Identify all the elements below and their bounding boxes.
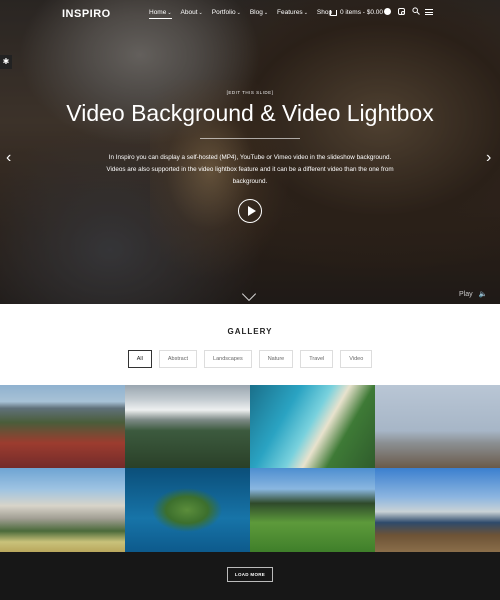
- chevron-down-icon: ⌄: [303, 10, 308, 16]
- mute-icon[interactable]: 🔈: [479, 290, 488, 298]
- menu-item-features[interactable]: Features⌄: [277, 9, 308, 19]
- gallery-grid: [0, 385, 500, 552]
- chevron-down-icon: ⌄: [198, 10, 203, 16]
- prev-slide-arrow[interactable]: ‹: [6, 150, 11, 166]
- edit-slide-link[interactable]: [EDIT THIS SLIDE]: [0, 90, 500, 95]
- gallery-item-boat-dock[interactable]: [375, 468, 500, 552]
- facebook-icon[interactable]: [384, 8, 391, 17]
- filter-abstract[interactable]: Abstract: [158, 350, 198, 368]
- site-logo[interactable]: INSPIRO: [62, 8, 111, 20]
- filter-video[interactable]: Video: [340, 350, 373, 368]
- chevron-down-icon: ⌄: [263, 10, 269, 16]
- chevron-down-icon: ⌄: [167, 10, 172, 16]
- menu-item-blog[interactable]: Blog⌄: [250, 9, 268, 19]
- gallery-item-grass-field[interactable]: [250, 468, 375, 552]
- gallery-heading: GALLERY: [227, 327, 273, 336]
- menu-item-home[interactable]: Home⌄: [149, 9, 172, 19]
- cart-summary: 0 items - $0.00: [340, 9, 383, 16]
- search-icon[interactable]: [412, 7, 420, 17]
- menu-item-portfolio[interactable]: Portfolio⌄: [212, 9, 241, 19]
- gallery-item-snowy-mountains[interactable]: [125, 385, 250, 468]
- slide-title: Video Background & Video Lightbox: [66, 100, 434, 126]
- filter-travel[interactable]: Travel: [300, 350, 334, 368]
- load-more-button[interactable]: LOAD MORE: [227, 567, 273, 582]
- play-video-button[interactable]: [238, 199, 262, 223]
- chevron-down-icon: ⌄: [236, 10, 241, 16]
- filter-nature[interactable]: Nature: [258, 350, 294, 368]
- gallery-item-pier-sea[interactable]: [375, 385, 500, 468]
- main-menu: Home⌄ About⌄ Portfolio⌄ Blog⌄ Features⌄ …: [149, 9, 341, 19]
- gallery-filters: All Abstract Landscapes Nature Travel Vi…: [0, 350, 500, 368]
- video-controls: Play 🔈: [459, 290, 488, 299]
- cart-icon: [330, 9, 337, 16]
- filter-all[interactable]: All: [127, 350, 152, 368]
- filter-landscapes[interactable]: Landscapes: [204, 350, 252, 368]
- slide-description: In Inspiro you can display a self-hosted…: [106, 154, 394, 185]
- site-header: INSPIRO Home⌄ About⌄ Portfolio⌄ Blog⌄ Fe…: [0, 0, 500, 28]
- gallery-item-beach-aerial[interactable]: [250, 385, 375, 468]
- play-toggle-button[interactable]: Play: [459, 291, 473, 298]
- gallery-item-autumn-valley[interactable]: [0, 385, 125, 468]
- settings-gear-icon[interactable]: ✱: [0, 55, 12, 69]
- next-slide-arrow[interactable]: ›: [486, 150, 491, 166]
- title-divider: [200, 138, 300, 139]
- instagram-icon[interactable]: [398, 8, 405, 17]
- cart-link[interactable]: 0 items - $0.00: [330, 9, 383, 16]
- hero-slider: INSPIRO Home⌄ About⌄ Portfolio⌄ Blog⌄ Fe…: [0, 0, 500, 304]
- gallery-item-el-capitan[interactable]: [0, 468, 125, 552]
- menu-icon[interactable]: [425, 9, 433, 17]
- gallery-item-island-aerial[interactable]: [125, 468, 250, 552]
- menu-item-about[interactable]: About⌄: [181, 9, 203, 19]
